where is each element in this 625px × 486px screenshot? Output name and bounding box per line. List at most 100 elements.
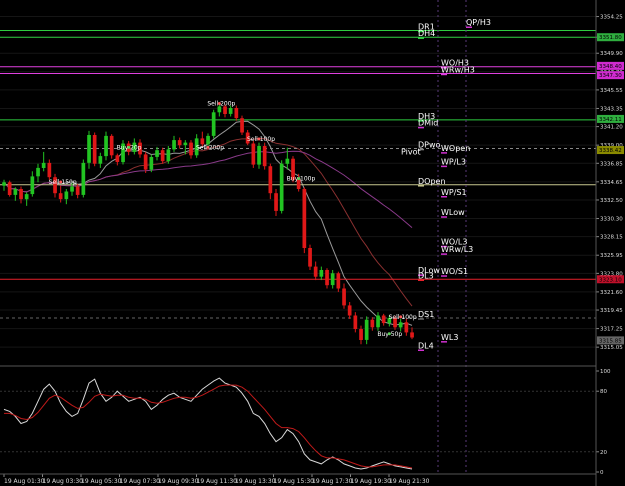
candle-body [325,270,329,286]
candle-body [155,150,159,157]
trade-dot [387,332,391,336]
candle-body [115,155,120,162]
price-tag-label: 3338.42 [599,148,622,154]
level-label: DL3 [418,271,434,280]
candle-body [13,189,18,195]
candle-body [58,193,63,200]
trade-dot [127,145,131,149]
candle-body [347,305,352,316]
oscillator-tick-label: 100 [600,369,611,375]
candle-body [274,193,278,211]
price-tick-label: 3315.05 [600,345,623,351]
price-tag-label: 3347.30 [599,73,622,79]
level-label: Pivot [401,147,421,156]
time-tick-label: 19 Aug 09:30 [158,478,199,485]
candle-body [234,108,239,119]
candle-body [206,135,210,145]
level-label: DL4 [418,341,434,350]
candle-body [364,319,369,340]
price-tick-label: 3334.65 [600,180,623,186]
price-tag-label: 3342.11 [599,117,622,123]
chart-background [0,0,625,486]
candle-body [342,288,346,306]
candle-body [2,182,6,186]
candle-body [308,248,312,267]
trade-label: Sell 100p [389,314,417,321]
oscillator-tick-label: 20 [600,450,607,456]
candle-body [370,319,375,328]
price-tag-label: 3348.40 [599,64,622,70]
candle-body [313,266,318,277]
candle-body [404,322,409,333]
trade-label: Sell 200p [196,144,224,151]
level-label: DS1 [418,310,434,319]
candle-body [228,108,233,114]
candle-body [109,135,114,156]
candle-body [81,162,86,195]
level-label: WP/S1 [441,188,467,197]
candle-body [319,270,324,277]
level-label: WP/L3 [441,157,466,166]
candle-body [70,186,74,192]
candle-body [30,176,35,195]
candle-body [376,315,380,328]
candle-body [183,142,188,146]
time-tick-label: 19 Aug 19:30 [351,478,392,485]
candle-body [75,186,80,195]
price-tick-label: 3349.90 [600,51,623,57]
candle-body [353,315,358,329]
trade-dot [399,315,403,319]
candle-body [172,140,176,150]
time-tick-label: 19 Aug 03:30 [43,478,84,485]
candle-body [189,142,193,156]
price-tick-label: 3330.30 [600,217,623,223]
price-tick-label: 3325.95 [600,253,623,259]
trading-chart[interactable]: Sell 200p Sell 100p Sell 200p Sell 100p Buy … [0,0,625,486]
trade-dot [257,137,261,141]
level-label: WRw/L3 [441,245,473,254]
trade-dot [206,145,210,149]
candle-body [92,135,97,164]
candle-body [143,154,148,170]
level-label: DMid [418,119,438,128]
level-label: WLow [441,208,465,217]
candle-body [47,162,52,178]
price-tick-label: 3328.15 [600,235,623,241]
time-tick-label: 19 Aug 01:30 [4,478,45,485]
candle-body [36,167,40,177]
price-tick-label: 3336.85 [600,161,623,167]
candle-body [336,273,341,289]
time-tick-label: 19 Aug 21:30 [389,478,430,485]
price-tick-label: 3343.35 [600,106,623,112]
candle-body [211,112,216,136]
candle-body [7,182,12,195]
trade-dot [217,102,221,106]
oscillator-tick-label: 0 [600,470,604,476]
level-label: WOpen [441,144,470,153]
candle-body [330,273,335,286]
level-label: QP/H3 [466,18,491,27]
trade-dot [297,177,301,181]
trade-dot [59,180,63,184]
price-tick-label: 3321.60 [600,290,623,296]
trade-label: Sell 200p [207,101,235,108]
level-label: DH4 [418,29,435,38]
candle-body [240,118,244,133]
price-tag-label: 3315.85 [599,338,622,344]
price-tag-label: 3323.10 [599,277,622,283]
candle-body [149,157,154,170]
level-label: DOpen [418,177,446,186]
candle-body [359,329,363,340]
candle-body [160,150,165,162]
price-tick-label: 3341.20 [600,125,623,131]
candle-body [279,163,284,211]
price-tag-label: 3351.80 [599,35,622,41]
candle-body [410,332,414,338]
candle-body [177,140,182,146]
candle-body [64,191,69,200]
candle-body [24,194,29,200]
candle-body [251,143,256,165]
candle-body [223,106,227,114]
price-tick-label: 3354.25 [600,15,623,21]
level-label: WL3 [441,333,458,342]
